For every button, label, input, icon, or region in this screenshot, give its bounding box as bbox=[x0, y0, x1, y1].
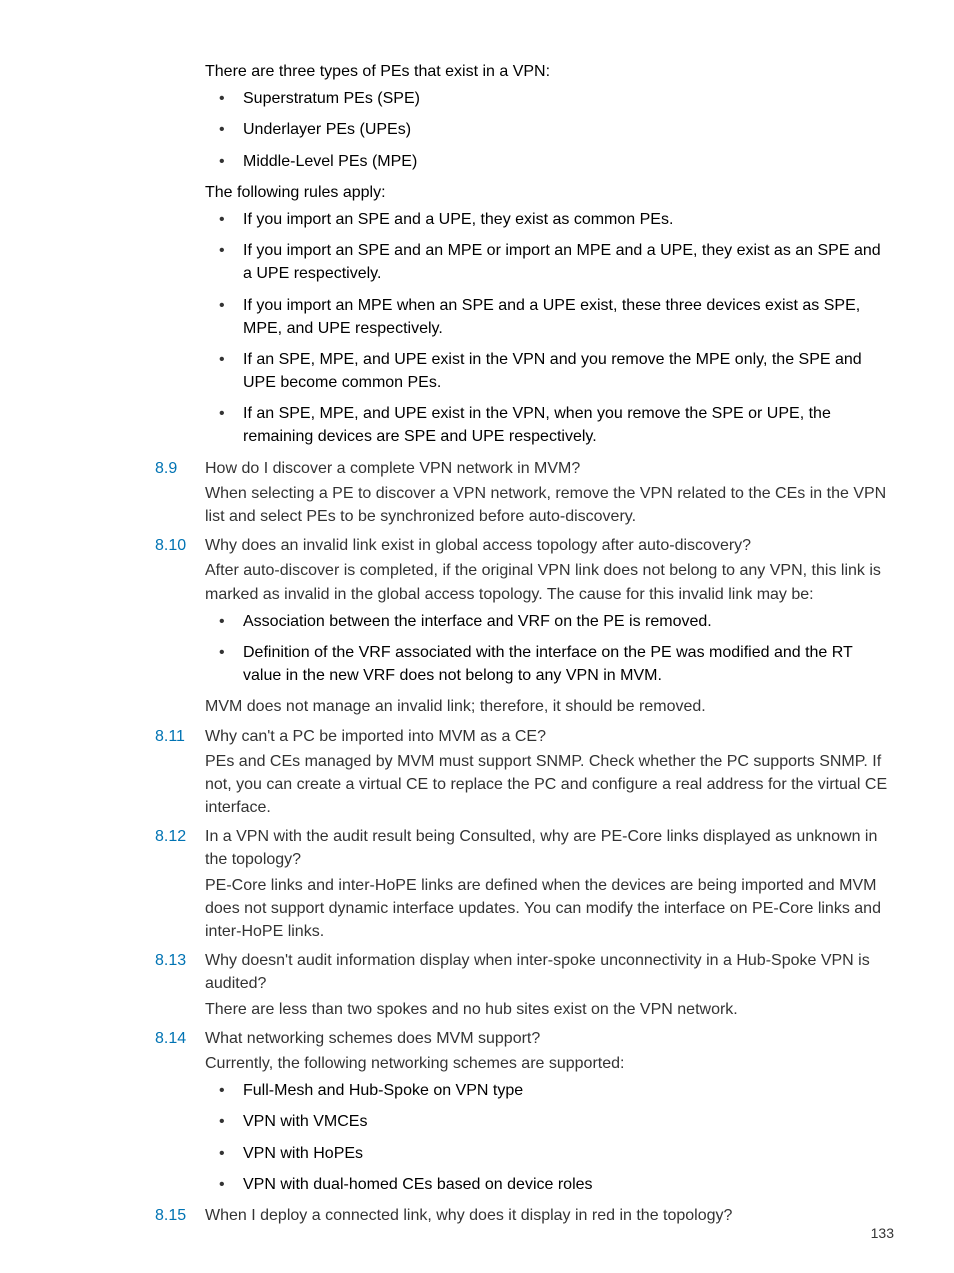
list-item: Underlayer PEs (UPEs) bbox=[205, 118, 889, 141]
faq-8-13: 8.13 Why doesn't audit information displ… bbox=[205, 949, 889, 1021]
faq-question: Why can't a PC be imported into MVM as a… bbox=[205, 725, 889, 748]
list-item: Association between the interface and VR… bbox=[205, 610, 889, 633]
intro-list2: If you import an SPE and a UPE, they exi… bbox=[205, 208, 889, 449]
list-item: Middle-Level PEs (MPE) bbox=[205, 150, 889, 173]
faq-number: 8.15 bbox=[155, 1204, 186, 1227]
intro-list1: Superstratum PEs (SPE) Underlayer PEs (U… bbox=[205, 87, 889, 173]
faq-answer: PEs and CEs managed by MVM must support … bbox=[205, 750, 889, 820]
faq-answer: PE-Core links and inter-HoPE links are d… bbox=[205, 874, 889, 944]
faq-answer: Currently, the following networking sche… bbox=[205, 1052, 889, 1075]
list-item: Full-Mesh and Hub-Spoke on VPN type bbox=[205, 1079, 889, 1102]
intro-p1: There are three types of PEs that exist … bbox=[205, 60, 889, 83]
faq-question: When I deploy a connected link, why does… bbox=[205, 1204, 889, 1227]
faq-8-11: 8.11 Why can't a PC be imported into MVM… bbox=[205, 725, 889, 820]
faq-number: 8.11 bbox=[155, 725, 185, 748]
list-item: VPN with VMCEs bbox=[205, 1110, 889, 1133]
faq-8-12: 8.12 In a VPN with the audit result bein… bbox=[205, 825, 889, 943]
faq-bullet-list: Association between the interface and VR… bbox=[205, 610, 889, 688]
faq-number: 8.13 bbox=[155, 949, 186, 972]
faq-number: 8.12 bbox=[155, 825, 186, 848]
list-item: VPN with dual-homed CEs based on device … bbox=[205, 1173, 889, 1196]
faq-answer: After auto-discover is completed, if the… bbox=[205, 559, 889, 605]
faq-answer-followup: MVM does not manage an invalid link; the… bbox=[205, 695, 889, 718]
list-item: If an SPE, MPE, and UPE exist in the VPN… bbox=[205, 348, 889, 394]
faq-question: In a VPN with the audit result being Con… bbox=[205, 825, 889, 871]
document-content: There are three types of PEs that exist … bbox=[205, 60, 889, 1227]
faq-number: 8.10 bbox=[155, 534, 186, 557]
faq-8-15: 8.15 When I deploy a connected link, why… bbox=[205, 1204, 889, 1227]
faq-answer: When selecting a PE to discover a VPN ne… bbox=[205, 482, 889, 528]
page-number: 133 bbox=[871, 1223, 894, 1243]
faq-question: How do I discover a complete VPN network… bbox=[205, 457, 889, 480]
faq-bullet-list: Full-Mesh and Hub-Spoke on VPN type VPN … bbox=[205, 1079, 889, 1196]
faq-number: 8.9 bbox=[155, 457, 177, 480]
list-item: If you import an MPE when an SPE and a U… bbox=[205, 294, 889, 340]
faq-question: Why doesn't audit information display wh… bbox=[205, 949, 889, 995]
faq-8-9: 8.9 How do I discover a complete VPN net… bbox=[205, 457, 889, 529]
list-item: If an SPE, MPE, and UPE exist in the VPN… bbox=[205, 402, 889, 448]
faq-question: What networking schemes does MVM support… bbox=[205, 1027, 889, 1050]
list-item: Superstratum PEs (SPE) bbox=[205, 87, 889, 110]
list-item: If you import an SPE and a UPE, they exi… bbox=[205, 208, 889, 231]
faq-8-10: 8.10 Why does an invalid link exist in g… bbox=[205, 534, 889, 718]
intro-p2: The following rules apply: bbox=[205, 181, 889, 204]
faq-question: Why does an invalid link exist in global… bbox=[205, 534, 889, 557]
faq-number: 8.14 bbox=[155, 1027, 186, 1050]
list-item: Definition of the VRF associated with th… bbox=[205, 641, 889, 687]
faq-8-14: 8.14 What networking schemes does MVM su… bbox=[205, 1027, 889, 1196]
list-item: VPN with HoPEs bbox=[205, 1142, 889, 1165]
faq-answer: There are less than two spokes and no hu… bbox=[205, 998, 889, 1021]
list-item: If you import an SPE and an MPE or impor… bbox=[205, 239, 889, 285]
